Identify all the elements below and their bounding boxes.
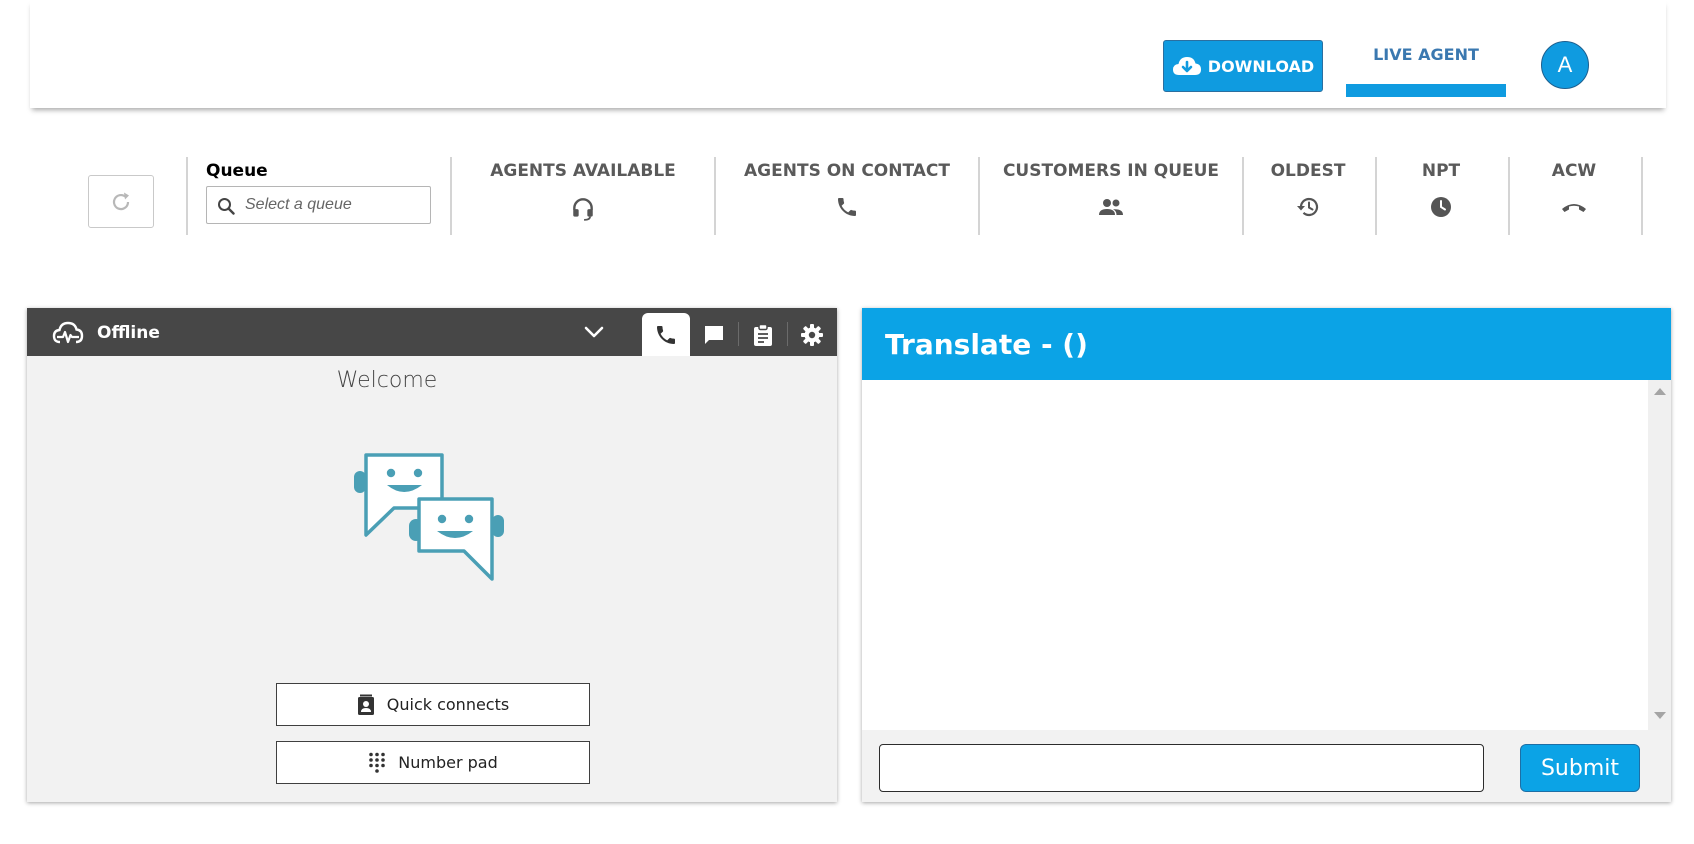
live-agent-label: LIVE AGENT [1373, 45, 1479, 64]
tab-phone[interactable] [642, 313, 690, 356]
divider [1375, 157, 1377, 235]
quick-connects-button[interactable]: Quick connects [276, 683, 590, 726]
translate-header: Translate - () [862, 308, 1671, 380]
translate-output-area [862, 380, 1648, 730]
stat-label: NPT [1421, 161, 1461, 181]
translate-title: Translate - () [885, 328, 1088, 361]
tab-tasks[interactable] [739, 313, 787, 356]
tab-settings[interactable] [788, 313, 836, 356]
phone-icon [838, 198, 856, 216]
search-icon [218, 198, 235, 215]
clipboard-icon [754, 323, 772, 346]
refresh-icon [112, 192, 130, 210]
stat-label: AGENTS AVAILABLE [490, 161, 676, 181]
clock-icon [1431, 197, 1451, 217]
contact-control-panel: Offline Welcome Quick connects Number pa… [27, 308, 837, 802]
stat-customers-in-queue: CUSTOMERS IN QUEUE [1000, 161, 1222, 221]
headset-icon [573, 198, 593, 221]
dialpad-icon [369, 752, 386, 773]
quick-connects-label: Quick connects [386, 695, 510, 714]
history-icon [1297, 197, 1319, 217]
user-avatar[interactable]: A [1541, 41, 1589, 89]
chevron-down-icon[interactable] [583, 323, 605, 341]
tab-chat[interactable] [690, 313, 738, 356]
stat-label: OLDEST [1270, 161, 1346, 181]
translate-input[interactable] [879, 744, 1484, 792]
hang-up-icon [1562, 204, 1586, 212]
number-pad-label: Number pad [398, 753, 498, 772]
queue-label: Queue [206, 161, 268, 181]
stat-npt: NPT [1385, 161, 1497, 221]
queue-search-box [206, 186, 431, 224]
contact-book-icon [357, 694, 374, 715]
stat-acw: ACW [1518, 161, 1630, 221]
stat-oldest: OLDEST [1252, 161, 1364, 221]
stat-agents-available: AGENTS AVAILABLE [472, 161, 694, 221]
number-pad-button[interactable]: Number pad [276, 741, 590, 784]
stat-agents-on-contact: AGENTS ON CONTACT [736, 161, 958, 221]
submit-button[interactable]: Submit [1520, 744, 1640, 792]
scroll-down-arrow-icon[interactable] [1654, 712, 1666, 719]
phone-icon [657, 325, 675, 344]
divider [714, 157, 716, 235]
agent-status: Offline [97, 323, 160, 343]
divider [1242, 157, 1244, 235]
download-label: DOWNLOAD [1207, 56, 1315, 76]
people-icon [1099, 199, 1123, 215]
translate-panel: Translate - () Submit [862, 308, 1671, 802]
divider [186, 157, 188, 235]
cloud-pulse-icon [52, 321, 84, 344]
queue-search-input[interactable] [245, 193, 425, 217]
scroll-up-arrow-icon[interactable] [1654, 388, 1666, 395]
stat-label: ACW [1551, 161, 1597, 181]
welcome-text: Welcome [336, 368, 438, 393]
divider [1508, 157, 1510, 235]
cloud-download-icon [1172, 57, 1201, 75]
active-tab-indicator [1346, 84, 1506, 97]
refresh-button[interactable] [88, 175, 154, 228]
divider [450, 157, 452, 235]
stat-label: AGENTS ON CONTACT [744, 161, 950, 181]
translate-scrollbar[interactable] [1648, 380, 1671, 730]
app-header: DOWNLOAD LIVE AGENT A [30, 0, 1666, 108]
divider [1641, 157, 1643, 235]
stat-label: CUSTOMERS IN QUEUE [1002, 161, 1220, 181]
ccp-status-bar: Offline [27, 308, 837, 356]
tab-live-agent[interactable]: LIVE AGENT [1346, 40, 1506, 98]
divider [978, 157, 980, 235]
chat-bubbles-icon [354, 453, 504, 581]
gear-icon [801, 323, 823, 346]
download-button[interactable]: DOWNLOAD [1163, 40, 1323, 92]
chat-icon [705, 325, 723, 344]
